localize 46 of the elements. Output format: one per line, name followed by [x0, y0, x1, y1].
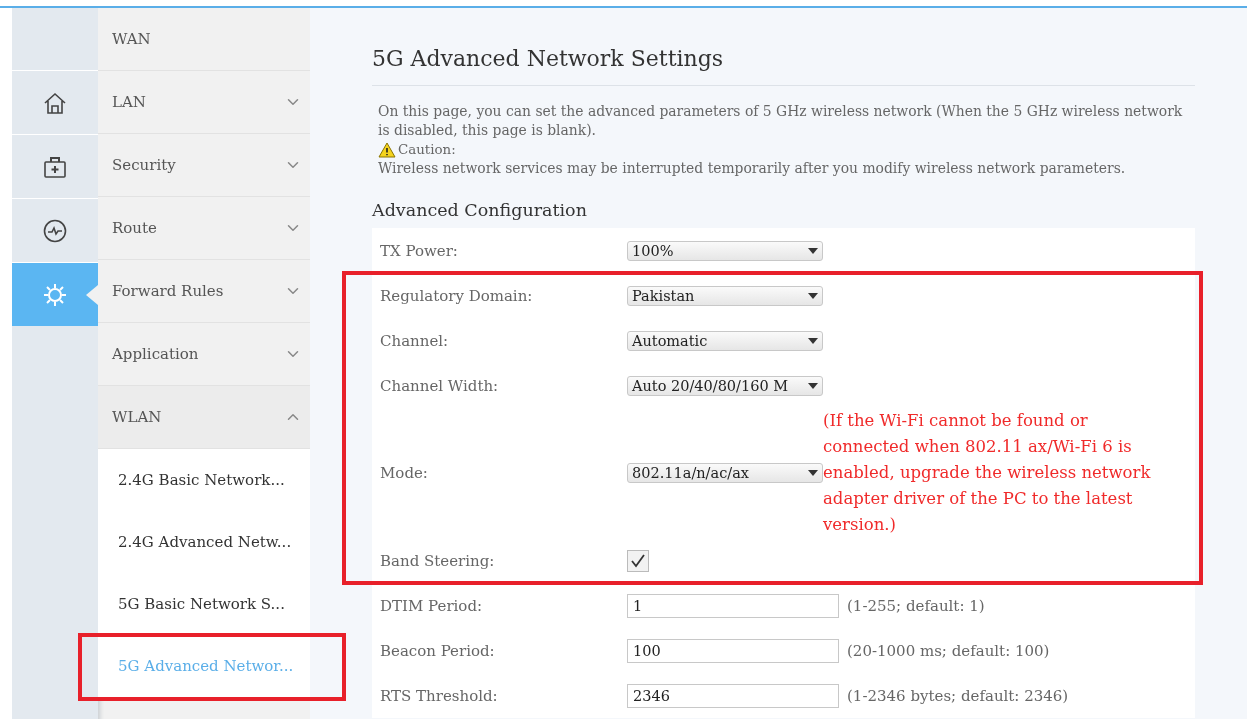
- field-label: Beacon Period:: [380, 641, 496, 660]
- field-label: RTS Threshold:: [380, 686, 499, 705]
- field-label: Channel Width:: [380, 376, 500, 395]
- dropdown[interactable]: 100%: [627, 240, 823, 261]
- menu-item[interactable]: Route: [98, 197, 310, 260]
- submenu-item[interactable]: 2.4G Advanced Netw...: [98, 511, 310, 573]
- input-field[interactable]: 1: [627, 593, 839, 618]
- caret-icon: [808, 292, 818, 299]
- caret-icon: [808, 470, 818, 476]
- menu-item[interactable]: LAN: [98, 71, 310, 134]
- section-title: Advanced Configuration: [372, 200, 588, 220]
- intro-text: On this page, you can set the advanced parameters of 5 GHz wireless network (When the 5 GHz wireless network is disabled, this page is blank).: [378, 102, 1184, 140]
- warning-note: (If the Wi-Fi cannot be found or connected when 802.11 ax/Wi-Fi 6 is enabled, upgrade the wireless network adapter driver of the PC to the latest version.): [823, 410, 1152, 536]
- dropdown[interactable]: Auto 20/40/80/160 M: [627, 375, 823, 396]
- caret-icon: [808, 247, 818, 254]
- check-icon: [630, 553, 646, 568]
- field-label: TX Power:: [380, 241, 459, 260]
- hint-text: (20-1000 ms; default: 100): [847, 641, 1050, 660]
- caution-label: Caution:: [398, 141, 456, 159]
- hint-text: (1-2346 bytes; default: 2346): [847, 686, 1069, 705]
- caret-icon: [808, 337, 818, 344]
- page-title: 5G Advanced Network Settings: [372, 46, 1195, 86]
- caret-icon: [808, 382, 818, 389]
- menu-item[interactable]: WAN: [98, 8, 310, 71]
- dropdown[interactable]: 802.11a/n/ac/ax: [627, 463, 823, 483]
- field-label: Channel:: [380, 331, 450, 350]
- field-label: Regulatory Domain:: [380, 286, 534, 305]
- field-label: Mode:: [380, 464, 429, 482]
- input-field[interactable]: 2346: [627, 683, 839, 708]
- field-label: Band Steering:: [380, 551, 496, 570]
- submenu-item[interactable]: 2.4G Basic Network...: [98, 449, 310, 511]
- dropdown[interactable]: Automatic: [627, 330, 823, 351]
- menu-item[interactable]: Application: [98, 323, 310, 386]
- menu-item[interactable]: Security: [98, 134, 310, 197]
- submenu-item[interactable]: 5G Basic Network S...: [98, 573, 310, 635]
- input-field[interactable]: 100: [627, 638, 839, 663]
- checkbox[interactable]: [627, 549, 649, 572]
- pulse-icon: [42, 217, 68, 244]
- caution-text: Wireless network services may be interrupted temporarily after you modify wireless network parameters.: [378, 159, 1127, 178]
- dropdown[interactable]: Pakistan: [627, 285, 823, 306]
- warning-icon: [378, 141, 396, 158]
- field-label: DTIM Period:: [380, 596, 484, 615]
- menu-item[interactable]: Forward Rules: [98, 260, 310, 323]
- hint-text: (1-255; default: 1): [847, 596, 985, 615]
- nav-rail-button[interactable]: [12, 262, 98, 326]
- settings-icon: [42, 281, 68, 308]
